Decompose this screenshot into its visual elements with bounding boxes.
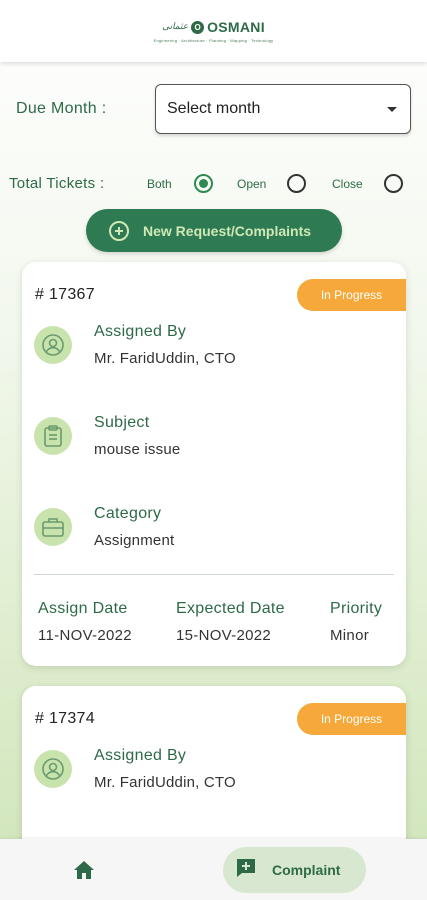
status-badge: In Progress: [297, 703, 406, 735]
expected-date-value: 15-NOV-2022: [176, 627, 272, 644]
home-icon[interactable]: [72, 859, 96, 881]
add-circle-icon: [109, 220, 129, 241]
new-request-label: New Request/Complaints: [143, 222, 312, 239]
radio-close-label: Close: [332, 177, 363, 191]
subject-value: mouse issue: [94, 441, 181, 458]
logo-mark-icon: O: [191, 20, 205, 34]
radio-open-label: Open: [237, 177, 267, 191]
assign-date-value: 11-NOV-2022: [38, 627, 132, 644]
new-request-button[interactable]: New Request/Complaints: [86, 209, 342, 252]
ticket-number: # 17367: [35, 286, 95, 303]
bottom-navigation: Complaint: [0, 839, 427, 900]
briefcase-icon: [34, 508, 72, 546]
month-select[interactable]: Select month: [155, 84, 411, 134]
logo-tagline: Engineering · Architecture · Planning · …: [153, 38, 274, 43]
osmani-logo: عثمانی O OSMANI Engineering · Architectu…: [154, 19, 274, 43]
total-tickets-label: Total Tickets :: [9, 175, 105, 192]
assigned-by-label: Assigned By: [94, 323, 187, 340]
complaint-label: Complaint: [272, 862, 341, 878]
radio-both-label: Both: [147, 177, 172, 191]
assigned-by-value: Mr. FaridUddin, CTO: [94, 774, 236, 791]
category-value: Assignment: [94, 532, 175, 549]
logo-urdu-text: عثمانی: [162, 22, 189, 32]
ticket-card[interactable]: # 17367 In Progress Assigned By Mr. Fari…: [22, 262, 406, 666]
radio-both[interactable]: [194, 174, 213, 193]
person-icon: [34, 750, 72, 788]
complaint-nav-button[interactable]: Complaint: [223, 847, 366, 893]
logo-name: OSMANI: [207, 19, 265, 35]
due-month-label: Due Month :: [16, 100, 107, 117]
add-comment-icon: [234, 856, 258, 885]
status-badge: In Progress: [297, 279, 406, 311]
dropdown-caret-icon: [387, 107, 397, 112]
card-divider: [34, 574, 394, 575]
assigned-by-value: Mr. FaridUddin, CTO: [94, 350, 236, 367]
category-label: Category: [94, 505, 162, 522]
app-header: عثمانی O OSMANI Engineering · Architectu…: [0, 0, 427, 62]
priority-value: Minor: [330, 627, 370, 644]
radio-close[interactable]: [384, 174, 403, 193]
expected-date-label: Expected Date: [176, 600, 285, 617]
subject-label: Subject: [94, 414, 150, 431]
radio-open[interactable]: [287, 174, 306, 193]
ticket-number: # 17374: [35, 710, 95, 727]
assign-date-label: Assign Date: [38, 600, 128, 617]
month-select-value: Select month: [167, 100, 261, 117]
person-icon: [34, 326, 72, 364]
clipboard-icon: [34, 417, 72, 455]
assigned-by-label: Assigned By: [94, 747, 187, 764]
priority-label: Priority: [330, 600, 383, 617]
